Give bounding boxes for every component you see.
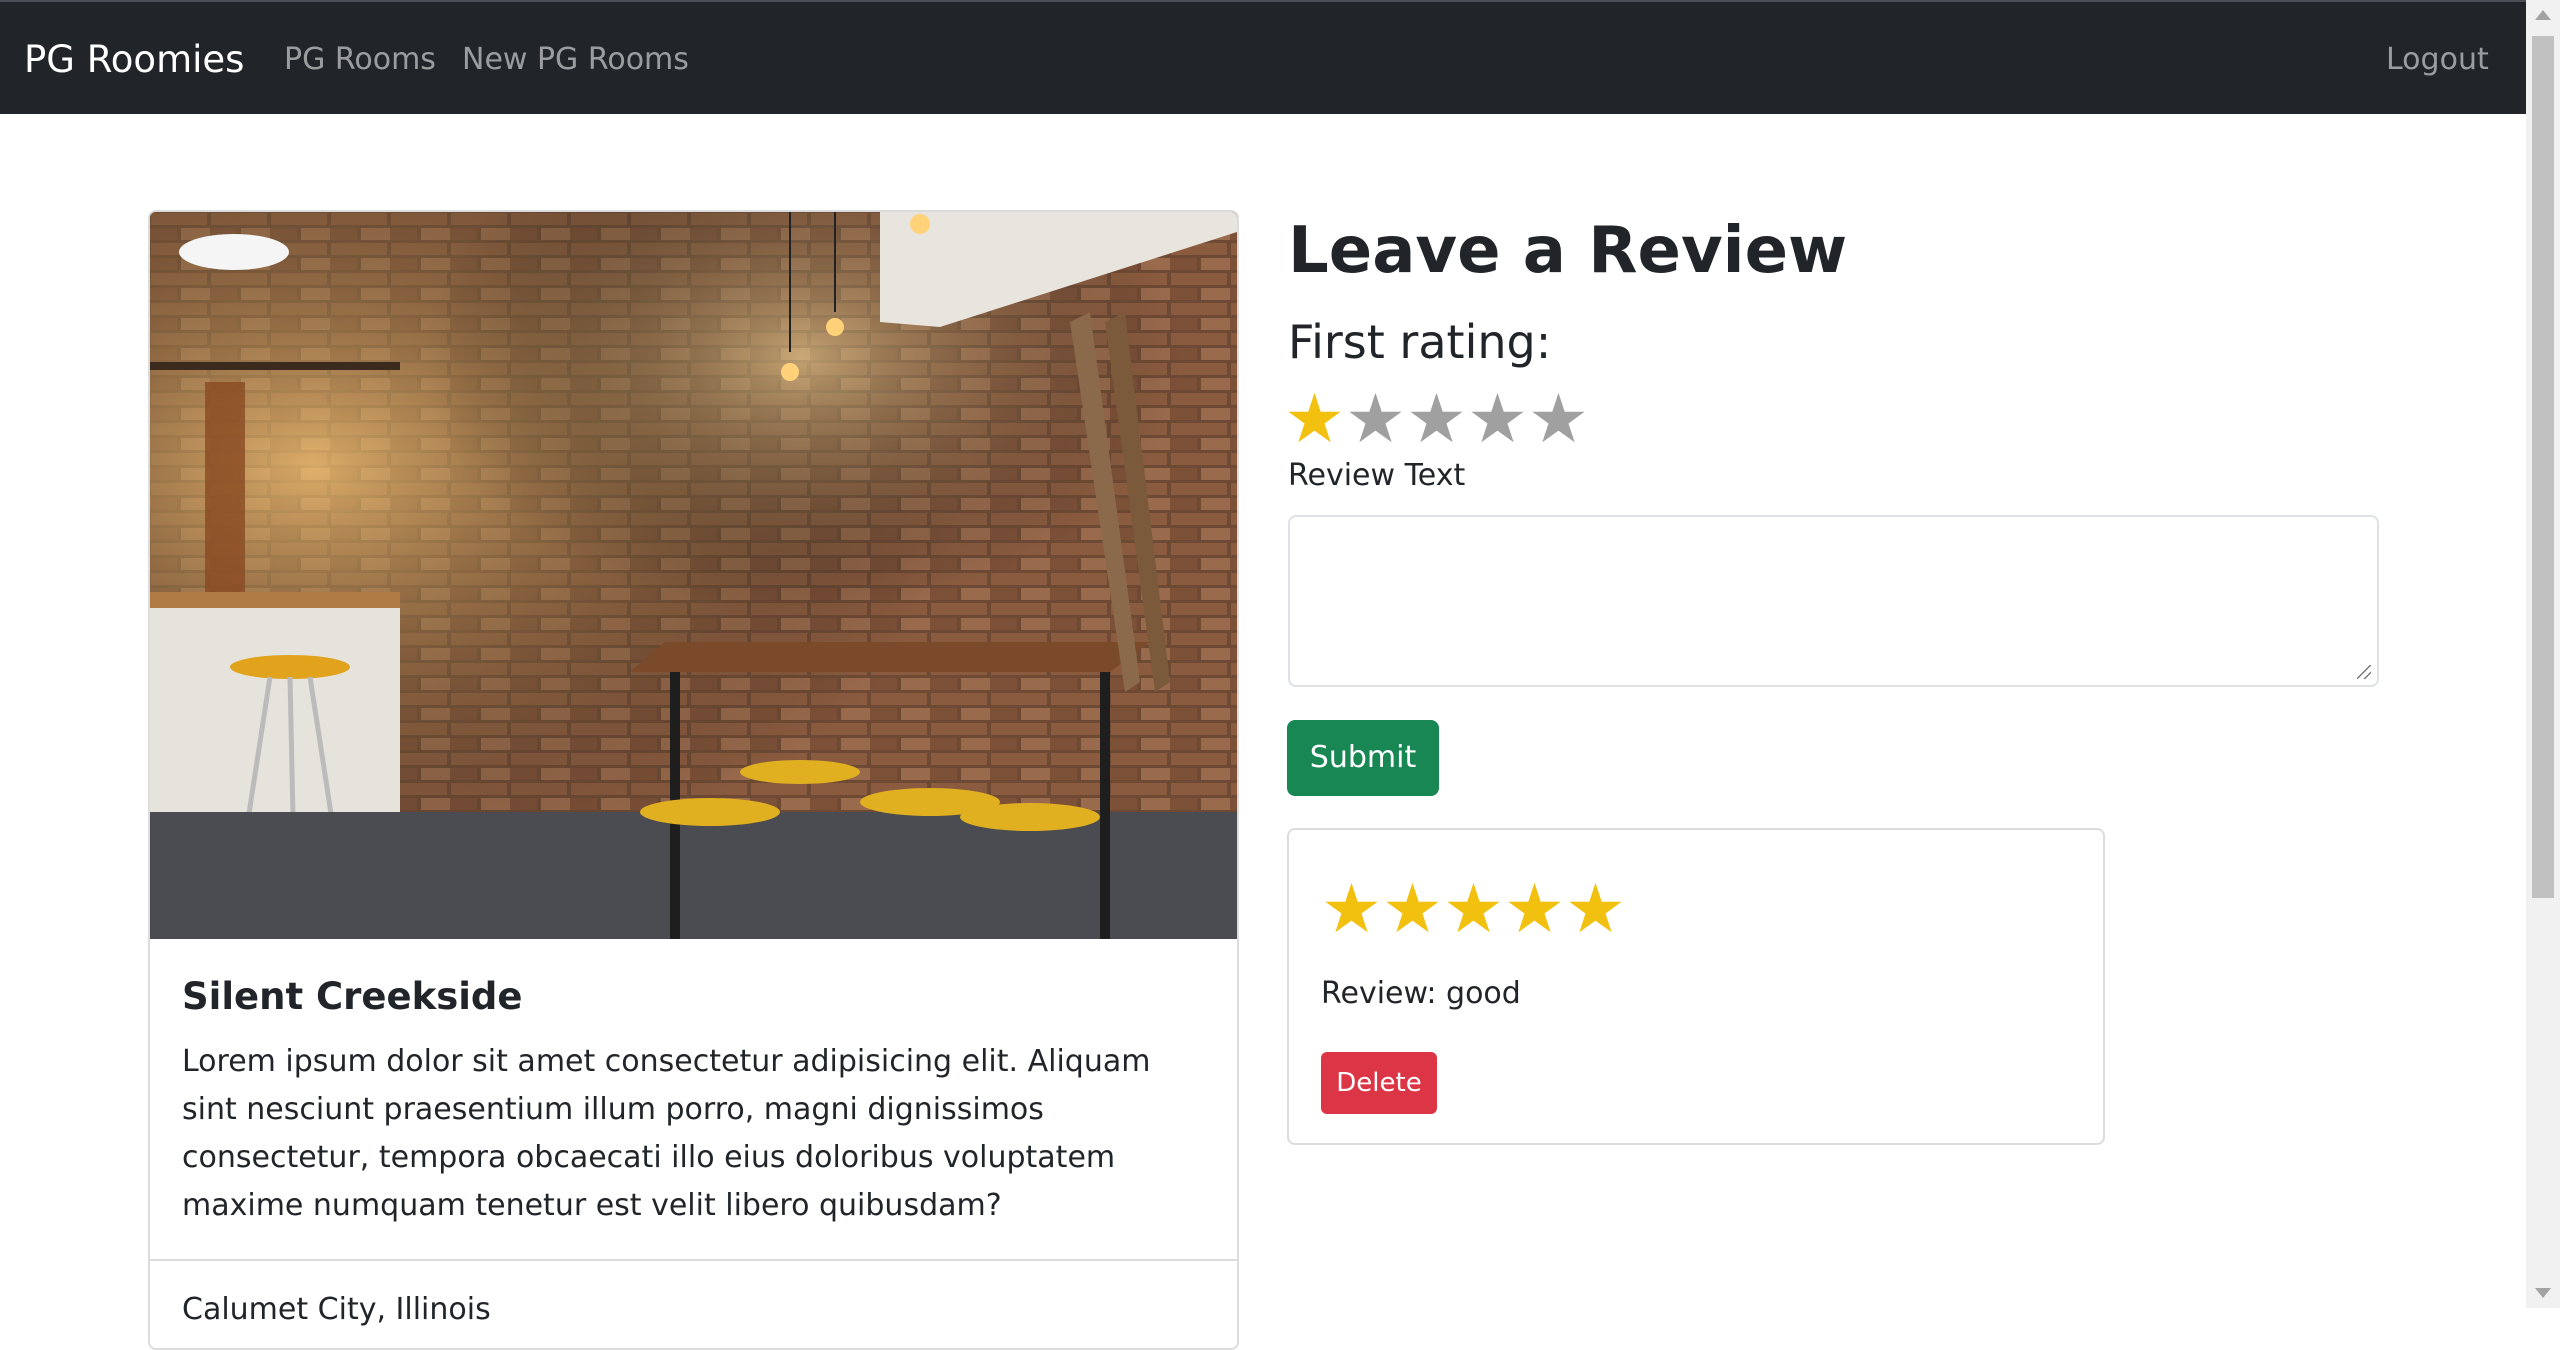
room-photo-illustration [150,212,1237,939]
leave-review-heading: Leave a Review [1288,214,1848,288]
star-icon-5[interactable]: ★ [1528,386,1589,454]
star-icon-2[interactable]: ★ [1345,386,1406,454]
brand-link[interactable]: PG Roomies [24,38,244,82]
star-icon-5: ★ [1565,870,1626,949]
room-title: Silent Creekside [182,975,523,1018]
star-icon-3[interactable]: ★ [1406,386,1467,454]
page-scrollbar[interactable] [2526,0,2560,1308]
star-icon-1[interactable]: ★ [1284,386,1345,454]
room-location: Calumet City, Illinois [182,1292,491,1327]
star-icon-4[interactable]: ★ [1467,386,1528,454]
review-card: ★ ★ ★ ★ ★ Review: good Delete [1287,828,2105,1145]
top-navbar: PG Roomies PG Rooms New PG Rooms Logout [0,0,2526,114]
rating-star-input[interactable]: ★ ★ ★ ★ ★ [1284,386,1589,454]
room-photo [150,212,1237,939]
review-text-label: Review Text [1288,458,1466,493]
star-icon-1: ★ [1321,870,1382,949]
review-text-input[interactable] [1288,515,2379,687]
review-text: Review: good [1321,976,1521,1011]
resize-grip-icon[interactable] [2357,665,2371,679]
nav-link-pg-rooms[interactable]: PG Rooms [284,42,436,78]
delete-review-button[interactable]: Delete [1321,1052,1437,1114]
submit-button[interactable]: Submit [1287,720,1439,796]
rating-label: First rating: [1288,315,1552,369]
scroll-down-arrow-icon[interactable] [2535,1288,2551,1298]
room-card: Silent Creekside Lorem ipsum dolor sit a… [148,210,1239,1350]
star-icon-4: ★ [1504,870,1565,949]
card-divider [150,1259,1237,1261]
nav-link-new-pg-rooms[interactable]: New PG Rooms [462,42,689,78]
room-description: Lorem ipsum dolor sit amet consectetur a… [182,1044,1151,1223]
scroll-up-arrow-icon[interactable] [2535,10,2551,20]
review-star-rating: ★ ★ ★ ★ ★ [1321,870,1626,949]
star-icon-2: ★ [1382,870,1443,949]
logout-link[interactable]: Logout [2386,42,2489,78]
star-icon-3: ★ [1443,870,1504,949]
scrollbar-thumb[interactable] [2532,36,2554,898]
